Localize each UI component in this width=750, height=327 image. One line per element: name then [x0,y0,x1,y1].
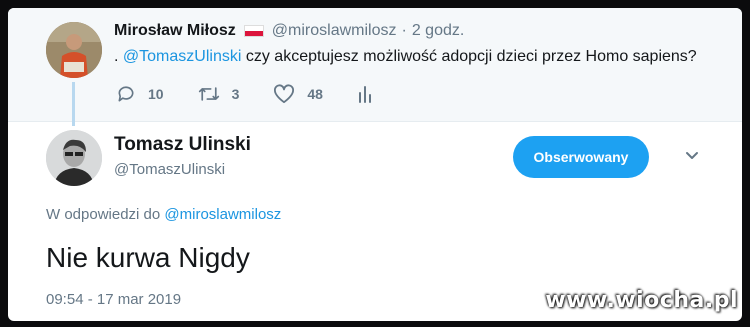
watermark: www.wiocha.pl [545,288,738,313]
reply-count: 10 [148,86,164,102]
reply-context: W odpowiedzi do @miroslawmilosz [46,206,281,223]
parent-tweet-text: . @TomaszUlinski czy akceptujesz możliwo… [114,48,697,66]
like-button[interactable]: 48 [273,84,323,104]
author-handle[interactable]: @miroslawmilosz [272,22,397,40]
following-button[interactable]: Obserwowany [513,136,649,178]
like-count: 48 [307,86,323,102]
mention-link[interactable]: @TomaszUlinski [123,48,241,65]
author-handle[interactable]: @TomaszUlinski [114,161,225,178]
reply-button[interactable]: 10 [116,84,164,104]
analytics-icon [358,86,371,103]
chevron-down-icon [686,152,698,159]
avatar[interactable] [46,130,102,186]
tweet-text: Nie kurwa Nigdy [46,242,250,273]
text-body: czy akceptujesz możliwość adopcji dzieci… [245,48,697,65]
heart-icon [274,84,295,104]
tweet-timestamp[interactable]: 09:54 - 17 mar 2019 [46,291,181,308]
analytics-button[interactable] [357,84,385,104]
retweet-button[interactable]: 3 [198,84,240,104]
parent-tweet-header: Mirosław Miłosz @miroslawmilosz · 2 godz… [114,22,464,40]
reply-to-link[interactable]: @miroslawmilosz [164,206,281,223]
text-prefix: . [114,48,119,65]
thread-connector-line [72,82,75,126]
reply-icon [118,86,134,102]
separator: · [401,22,407,39]
avatar[interactable] [46,22,102,78]
tweet-actions: 10 3 48 [116,84,419,104]
author-name[interactable]: Mirosław Miłosz [114,22,236,40]
retweet-icon [198,87,219,101]
poland-flag-icon [243,25,264,37]
more-options-button[interactable] [680,144,704,168]
reply-label: W odpowiedzi do [46,206,161,223]
parent-tweet[interactable]: Mirosław Miłosz @miroslawmilosz · 2 godz… [8,8,742,122]
retweet-count: 3 [231,86,240,102]
tweet-card: Mirosław Miłosz @miroslawmilosz · 2 godz… [8,8,742,321]
tweet-time[interactable]: 2 godz. [412,22,464,40]
author-name[interactable]: Tomasz Ulinski [114,134,251,156]
